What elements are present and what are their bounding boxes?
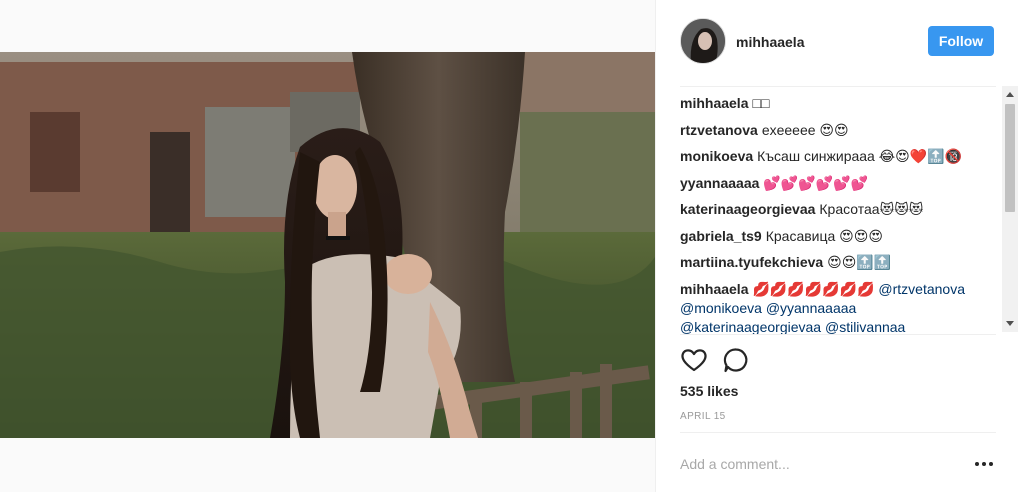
mention-link[interactable]: @monikoeva bbox=[680, 300, 762, 316]
comment-row: yyannaaaaa 💕💕💕💕💕💕 bbox=[680, 170, 996, 197]
comment-list: mihhaaela □□ rtzvetanova exeeeee 😍😍 moniko… bbox=[680, 90, 996, 336]
comment-user[interactable]: martiina.tyufekchieva bbox=[680, 254, 823, 270]
mention-link[interactable]: @rtzvetanova bbox=[878, 281, 965, 297]
comment-user[interactable]: mihhaaela bbox=[680, 95, 748, 111]
comment-row: rtzvetanova exeeeee 😍😍 bbox=[680, 117, 996, 144]
mention-link[interactable]: @katerinaageorgievaa bbox=[680, 319, 821, 335]
comment-user[interactable]: katerinaageorgievaa bbox=[680, 201, 815, 217]
action-bar bbox=[680, 346, 780, 376]
add-comment-input[interactable] bbox=[680, 453, 940, 475]
comment-text: Късаш синжирааа 😂😍❤️🔝🔞 bbox=[757, 148, 962, 164]
comment-user[interactable]: mihhaaela bbox=[680, 281, 748, 297]
more-options-icon[interactable] bbox=[974, 456, 994, 472]
comment-text: 💕💕💕💕💕💕 bbox=[763, 174, 868, 191]
header-divider bbox=[680, 86, 996, 87]
mention-link[interactable]: @stilivannaa bbox=[825, 319, 905, 335]
scroll-up-arrow-icon[interactable] bbox=[1006, 92, 1014, 97]
post-photo[interactable] bbox=[0, 52, 655, 438]
follow-button[interactable]: Follow bbox=[928, 26, 994, 56]
comment-row: gabriela_ts9 Красавица 😍😍😍 bbox=[680, 223, 996, 250]
comment-row: monikoeva Късаш синжирааа 😂😍❤️🔝🔞 bbox=[680, 143, 996, 170]
scroll-down-arrow-icon[interactable] bbox=[1006, 321, 1014, 326]
scroll-thumb[interactable] bbox=[1005, 104, 1015, 212]
comment-text: □□ bbox=[752, 95, 770, 111]
comment-user[interactable]: rtzvetanova bbox=[680, 122, 758, 138]
comment-row: martiina.tyufekchieva 😍😍🔝🔝 bbox=[680, 249, 996, 276]
comment-row: katerinaageorgievaa Красотаа😻😻😻 bbox=[680, 196, 996, 223]
post-date[interactable]: APRIL 15 bbox=[680, 411, 726, 422]
post-side-panel: mihhaaela Follow mihhaaela □□ rtzvetanova… bbox=[655, 0, 1022, 492]
post-header: mihhaaela Follow bbox=[680, 18, 1000, 68]
comments-divider bbox=[680, 334, 996, 335]
comment-user[interactable]: gabriela_ts9 bbox=[680, 228, 762, 244]
comment-text: Красотаа😻😻😻 bbox=[819, 201, 924, 217]
author-username[interactable]: mihhaaela bbox=[736, 34, 804, 50]
comment-text: 💋💋💋💋💋💋💋 bbox=[752, 280, 875, 297]
comment-text: 😍😍🔝🔝 bbox=[827, 254, 892, 270]
author-avatar[interactable] bbox=[680, 18, 726, 64]
footer-divider bbox=[680, 432, 996, 433]
photo-area bbox=[0, 0, 655, 492]
comments-scrollbar[interactable] bbox=[1002, 86, 1018, 332]
comment-user[interactable]: yyannaaaaa bbox=[680, 175, 759, 191]
comment-text: exeeeee 😍😍 bbox=[761, 121, 849, 138]
comment-icon[interactable] bbox=[722, 346, 750, 374]
comment-row: mihhaaela 💋💋💋💋💋💋💋 @rtzvetanova @monikoeva… bbox=[680, 276, 996, 337]
comment-text: Красавица 😍😍😍 bbox=[765, 227, 883, 244]
mention-link[interactable]: @yyannaaaaa bbox=[766, 300, 857, 316]
comment-row: mihhaaela □□ bbox=[680, 90, 996, 117]
comment-user[interactable]: monikoeva bbox=[680, 148, 753, 164]
heart-icon[interactable] bbox=[680, 346, 708, 374]
like-count[interactable]: 535 likes bbox=[680, 383, 738, 399]
